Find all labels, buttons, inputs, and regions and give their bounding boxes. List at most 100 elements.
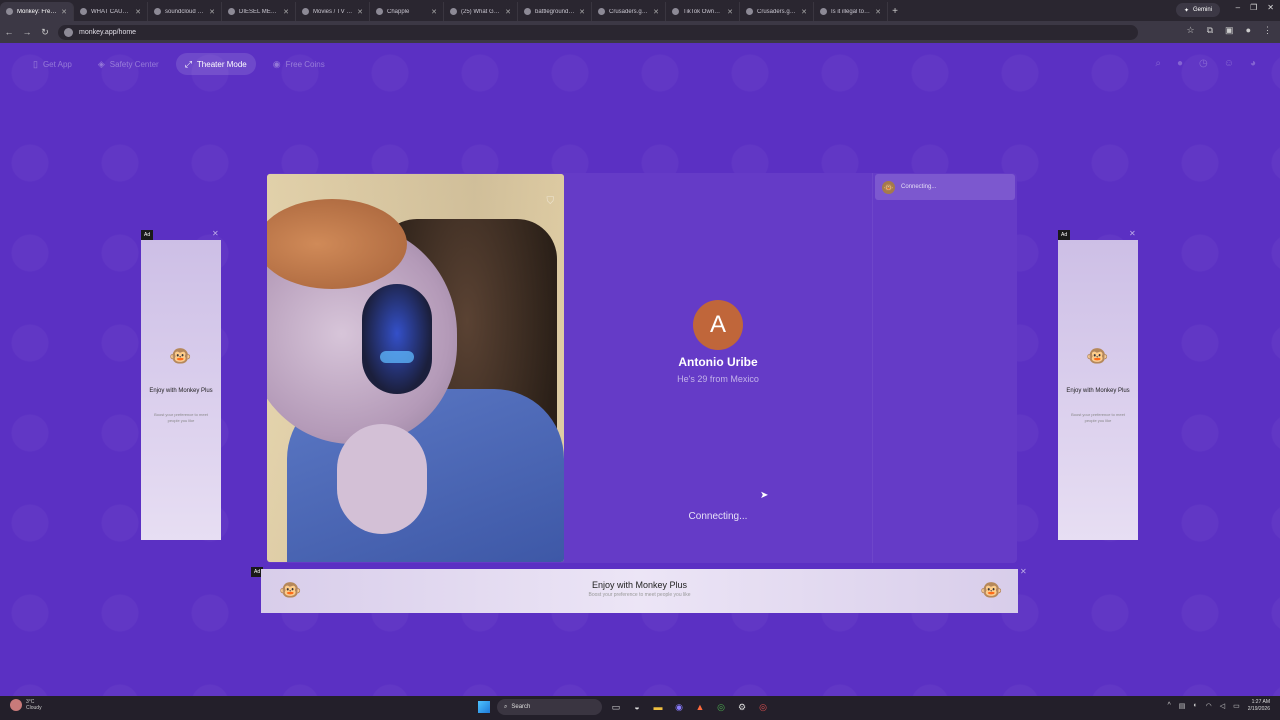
browser-tab[interactable]: WHAT CAUSES A TO ✕ <box>74 2 148 21</box>
tray-chevron-icon[interactable]: ^ <box>1167 702 1170 709</box>
tab-title: Movies / TV / Anime <box>313 8 354 15</box>
browser-tab[interactable]: DIESEL MECHANIC✕ <box>222 2 296 21</box>
clock-time: 1:27 AM <box>1251 699 1270 705</box>
close-tab-icon[interactable]: ✕ <box>579 8 585 16</box>
close-tab-icon[interactable]: ✕ <box>727 8 733 16</box>
browser-tab[interactable]: Crusaders.gg - Live S ✕ <box>740 2 814 21</box>
left-side-ad[interactable]: 🐵 Enjoy with Monkey Plus Boost your pref… <box>141 240 221 540</box>
forward-icon[interactable]: → <box>18 27 36 37</box>
bottom-banner-ad[interactable]: 🐵 Enjoy with Monkey Plus Boost your pref… <box>261 569 1018 613</box>
nav-label: Get App <box>42 59 72 69</box>
browser-tab[interactable]: Monkey: Free Liv ✕ <box>0 2 74 21</box>
nav-free-coins[interactable]: ◉ Free Coins <box>264 53 334 75</box>
close-tab-icon[interactable]: ✕ <box>209 8 215 16</box>
minimize-icon[interactable]: – <box>1236 3 1240 12</box>
nav-safety-center[interactable]: ◈ Safety Center <box>89 53 168 75</box>
extensions-icon[interactable]: ⧉ <box>1207 25 1213 36</box>
close-tab-icon[interactable]: ✕ <box>61 8 67 16</box>
weather-icon <box>10 699 22 711</box>
file-explorer-icon[interactable]: ▬ <box>651 700 665 714</box>
ad-badge: Ad <box>141 230 154 240</box>
monkey-icon: 🐵 <box>882 180 895 194</box>
expand-icon: ⤢ <box>184 58 192 69</box>
close-ad-icon[interactable]: ✕ <box>1020 567 1027 576</box>
battery-icon[interactable]: ▭ <box>1233 702 1240 710</box>
close-tab-icon[interactable]: ✕ <box>135 8 141 16</box>
profile-icon[interactable]: ● <box>1246 25 1251 36</box>
report-icon[interactable]: ⛉ <box>547 196 555 207</box>
discord-icon[interactable]: ◉ <box>672 700 686 714</box>
close-tab-icon[interactable]: ✕ <box>653 8 659 16</box>
network-icon[interactable]: ▤ <box>1179 702 1186 710</box>
ad-badge-text: Ad <box>1061 232 1068 238</box>
close-tab-icon[interactable]: ✕ <box>505 8 511 16</box>
nav-get-app[interactable]: ▯ Get App <box>24 53 81 75</box>
brave-icon[interactable]: ▲ <box>693 700 707 714</box>
restore-icon[interactable]: ❐ <box>1250 3 1257 12</box>
friends-icon[interactable]: ☺ <box>1224 58 1234 69</box>
tab-title: Is it illegal to nazi sa <box>831 8 871 15</box>
new-tab-button[interactable]: + <box>888 2 902 21</box>
nav-theater-mode[interactable]: ⤢ Theater Mode <box>175 53 256 75</box>
sidepanel-icon[interactable]: ▣ <box>1225 25 1234 36</box>
weather-condition: Cloudy <box>26 705 42 711</box>
history-icon[interactable]: ◷ <box>1199 58 1208 69</box>
browser-toolbar-icons: ☆ ⧉ ▣ ● ⋮ <box>1187 25 1272 36</box>
peer-panel: A Antonio Uribe He's 29 from Mexico Conn… <box>571 173 865 563</box>
back-icon[interactable]: ← <box>0 27 18 37</box>
mic-icon[interactable]: ◐ <box>1193 702 1197 709</box>
volume-icon[interactable]: ◁ <box>1220 702 1225 710</box>
browser-tab[interactable]: (25) What Goes Arou ✕ <box>444 2 518 21</box>
address-bar-row: ← → ↻ monkey.app/home ☆ ⧉ ▣ ● ⋮ <box>0 21 1280 43</box>
bookmark-star-icon[interactable]: ☆ <box>1187 25 1195 36</box>
gemini-button[interactable]: ✦ Gemini <box>1175 3 1220 17</box>
user-avatar-icon[interactable]: ◕ <box>1250 58 1256 69</box>
browser-tab[interactable]: Is it illegal to nazi sa ✕ <box>814 2 888 21</box>
browser-tab[interactable]: Crusaders.gg - Live S ✕ <box>592 2 666 21</box>
close-tab-icon[interactable]: ✕ <box>875 8 881 16</box>
taskbar-search[interactable]: ⌕ Search <box>497 699 602 715</box>
top-right-icons: ⌕ ● ◷ ☺ ◕ <box>1155 58 1256 69</box>
browser-tab[interactable]: TikTok Ownership Br ✕ <box>666 2 740 21</box>
browser-tab[interactable]: battleground linda ✕ <box>518 2 592 21</box>
windows-taskbar: 3°C Cloudy ⌕ Search ▭ ◒ ▬ ◉ ▲ ◎ ⚙ ◎ ^ ▤ … <box>0 696 1280 720</box>
right-side-ad[interactable]: 🐵 Enjoy with Monkey Plus Boost your pref… <box>1058 240 1138 540</box>
windows-start-icon[interactable] <box>478 701 490 713</box>
ad-badge: Ad <box>1058 230 1071 240</box>
chrome-alt-icon[interactable]: ◎ <box>756 700 770 714</box>
menu-icon[interactable]: ⋮ <box>1263 25 1272 36</box>
browser-tab[interactable]: Movies / TV / Anime✕ <box>296 2 370 21</box>
tab-favicon-icon <box>820 8 827 15</box>
nav-label: Theater Mode <box>196 59 247 69</box>
task-view-icon[interactable]: ▭ <box>609 700 623 714</box>
reload-icon[interactable]: ↻ <box>36 27 54 38</box>
chrome-icon[interactable]: ◎ <box>714 700 728 714</box>
search-label: Search <box>511 704 531 710</box>
monkey-icon: 🐵 <box>980 580 1003 600</box>
clock[interactable]: 1:27 AM 2/19/2026 <box>1248 699 1270 712</box>
browser-tab[interactable]: Chapple ✕ <box>370 2 444 21</box>
url-field[interactable]: monkey.app/home <box>58 24 1138 40</box>
tab-title: battleground linda <box>535 8 575 15</box>
monkey-icon: 🐵 <box>1086 346 1109 366</box>
wifi-icon[interactable]: ◠ <box>1206 702 1212 710</box>
weather-widget[interactable]: 3°C Cloudy <box>10 699 42 711</box>
browser-tab[interactable]: soundcloud - Googl ✕ <box>148 2 222 21</box>
close-ad-icon[interactable]: ✕ <box>212 229 219 238</box>
close-window-icon[interactable]: ✕ <box>1267 3 1274 12</box>
search-icon[interactable]: ⌕ <box>1155 58 1161 69</box>
top-nav: ▯ Get App ◈ Safety Center ⤢ Theater Mode… <box>24 53 334 75</box>
steam-icon[interactable]: ◒ <box>630 700 644 714</box>
close-ad-icon[interactable]: ✕ <box>1129 229 1136 238</box>
gift-icon[interactable]: ● <box>1177 58 1183 69</box>
close-tab-icon[interactable]: ✕ <box>283 8 289 16</box>
settings-icon[interactable]: ⚙ <box>735 700 749 714</box>
ad-title: Enjoy with Monkey Plus <box>149 388 213 394</box>
gemini-icon: ✦ <box>1183 7 1189 14</box>
site-info-icon[interactable] <box>64 27 73 37</box>
system-tray: ^ ▤ ◐ ◠ ◁ ▭ 1:27 AM 2/19/2026 <box>1167 699 1270 712</box>
avatar-initial: A <box>709 311 726 338</box>
close-tab-icon[interactable]: ✕ <box>357 8 363 16</box>
close-tab-icon[interactable]: ✕ <box>801 8 807 16</box>
close-tab-icon[interactable]: ✕ <box>431 8 437 16</box>
